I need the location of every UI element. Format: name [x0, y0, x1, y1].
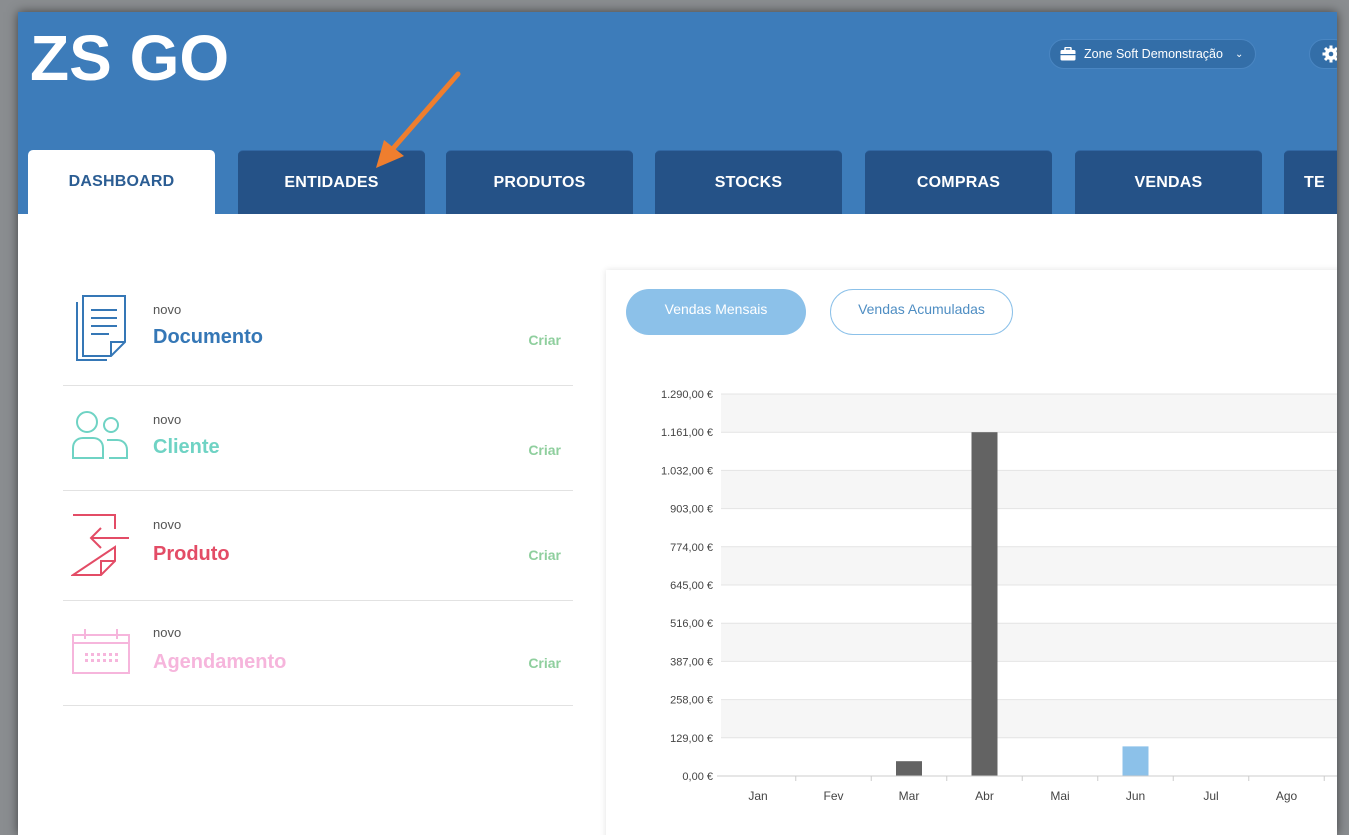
criar-agendamento-button[interactable]: Criar [528, 655, 561, 671]
tab-dashboard[interactable]: DASHBOARD [28, 150, 215, 214]
x-tick-label: Fev [823, 789, 843, 803]
cliente-title[interactable]: Cliente [153, 436, 220, 459]
app-window: ZS GO Zone Soft Demonstração ⌄ DASHBOARD… [18, 12, 1337, 835]
grid-band [721, 661, 1337, 700]
new-product-row: novo Produto Criar [63, 491, 573, 601]
grid-band [721, 470, 1337, 509]
y-tick-label: 1.290,00 € [661, 389, 713, 401]
briefcase-icon [1060, 47, 1076, 61]
criar-documento-button[interactable]: Criar [528, 332, 561, 348]
annotation-arrow [376, 71, 461, 168]
grid-band [721, 699, 1337, 738]
document-icon [76, 295, 126, 361]
y-tick-label: 516,00 € [670, 618, 713, 630]
settings-button[interactable] [1309, 39, 1337, 69]
y-tick-label: 774,00 € [670, 542, 713, 554]
new-appointment-row: novo Agendamento Criar [63, 601, 573, 706]
product-import-icon [71, 514, 129, 576]
company-name: Zone Soft Demonstração [1084, 47, 1223, 61]
tab-stocks[interactable]: STOCKS [655, 150, 842, 214]
y-tick-label: 0,00 € [682, 771, 713, 783]
x-tick-label: Jun [1126, 789, 1145, 803]
grid-band [721, 585, 1337, 624]
tab-vendas-mensais[interactable]: Vendas Mensais [626, 289, 806, 335]
zs-go-logo: ZS GO [30, 22, 229, 88]
main-tabs: DASHBOARD ENTIDADES PRODUTOS STOCKS COMP… [18, 150, 1337, 214]
x-tick-label: Mai [1050, 789, 1069, 803]
monthly-sales-chart: 0,00 € 129,00 € 258,00 € 387,00 € 516,00 € 64… [661, 389, 1337, 803]
y-tick-label: 1.032,00 € [661, 465, 713, 477]
novo-label: novo [153, 517, 182, 532]
top-header: ZS GO Zone Soft Demonstração ⌄ DASHBOARD… [18, 12, 1337, 214]
x-tick-label: Ago [1276, 789, 1298, 803]
criar-cliente-button[interactable]: Criar [528, 442, 561, 458]
x-tick-label: Jul [1203, 789, 1218, 803]
novo-label: novo [153, 302, 182, 317]
y-tick-label: 258,00 € [670, 695, 713, 707]
grid-band [721, 546, 1337, 585]
bar [1122, 746, 1149, 776]
y-tick-label: 387,00 € [670, 656, 713, 668]
x-tick-label: Abr [975, 789, 994, 803]
calendar-icon [72, 629, 130, 674]
x-tick-label: Jan [748, 789, 767, 803]
chevron-down-icon: ⌄ [1234, 48, 1244, 60]
y-tick-label: 129,00 € [670, 733, 713, 745]
new-client-row: novo Cliente Criar [63, 386, 573, 491]
tab-compras[interactable]: COMPRAS [865, 150, 1052, 214]
novo-label: novo [153, 412, 182, 427]
bar [896, 761, 922, 776]
criar-produto-button[interactable]: Criar [528, 547, 561, 563]
y-tick-label: 1.161,00 € [661, 427, 713, 439]
grid-band [721, 394, 1337, 433]
company-selector[interactable]: Zone Soft Demonstração ⌄ [1049, 39, 1257, 69]
grid-band [721, 737, 1337, 776]
gear-icon [1322, 45, 1337, 63]
grid-band [721, 623, 1337, 662]
y-tick-label: 903,00 € [670, 504, 713, 516]
grid-band [721, 508, 1337, 547]
new-document-row: novo Documento Criar [63, 286, 573, 386]
bar [971, 432, 998, 776]
grid-band [721, 432, 1337, 471]
y-tick-label: 645,00 € [670, 580, 713, 592]
tab-vendas-acumuladas[interactable]: Vendas Acumuladas [830, 289, 1013, 335]
produto-title[interactable]: Produto [153, 543, 230, 566]
tab-produtos[interactable]: PRODUTOS [446, 150, 633, 214]
logo-text: ZS GO [30, 22, 229, 88]
sales-chart-panel: Vendas Mensais Vendas Acumuladas 0,00 € 1… [606, 270, 1337, 835]
agendamento-title[interactable]: Agendamento [153, 651, 286, 674]
documento-title[interactable]: Documento [153, 326, 263, 349]
tab-te[interactable]: TE [1284, 150, 1337, 214]
x-tick-label: Mar [899, 789, 920, 803]
tab-vendas[interactable]: VENDAS [1075, 150, 1262, 214]
users-icon [72, 411, 128, 459]
novo-label: novo [153, 625, 182, 640]
